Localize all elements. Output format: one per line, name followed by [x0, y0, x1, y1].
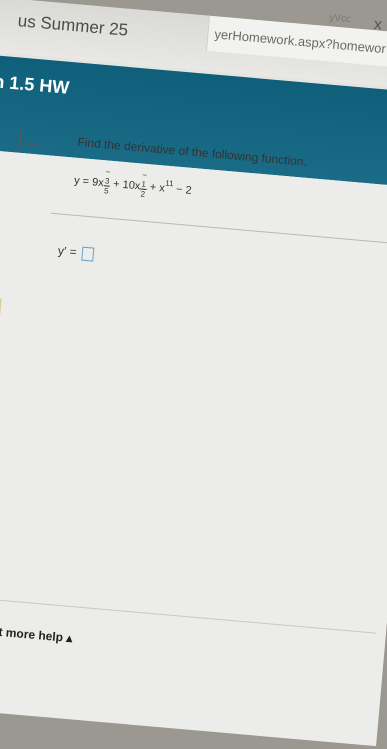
eq-term-3: + x: [149, 181, 166, 195]
screen: us Summer 25 yerHomework.aspx?homewor yV…: [0, 0, 387, 747]
back-arrow-icon[interactable]: |←: [16, 127, 46, 155]
eq-term-2: + 10x: [112, 178, 141, 193]
answer-label: y′ =: [57, 243, 78, 260]
address-bar[interactable]: yerHomework.aspx?homewor: [205, 15, 387, 67]
eq-term-4: − 2: [175, 183, 193, 197]
eq-term-1: y = 9x: [73, 174, 105, 190]
answer-input[interactable]: [81, 246, 95, 262]
eq-exponent-3: 11: [164, 178, 174, 189]
homework-title: on 1.5 HW: [0, 70, 71, 98]
eq-exponent-2: −1 2: [140, 170, 148, 199]
window-label: yVcc: [328, 12, 352, 26]
answer-row: y′ =: [57, 243, 95, 262]
close-icon[interactable]: x: [373, 16, 382, 35]
course-title: us Summer 25: [17, 11, 129, 40]
eq-exponent-1: −3 5: [103, 167, 111, 196]
